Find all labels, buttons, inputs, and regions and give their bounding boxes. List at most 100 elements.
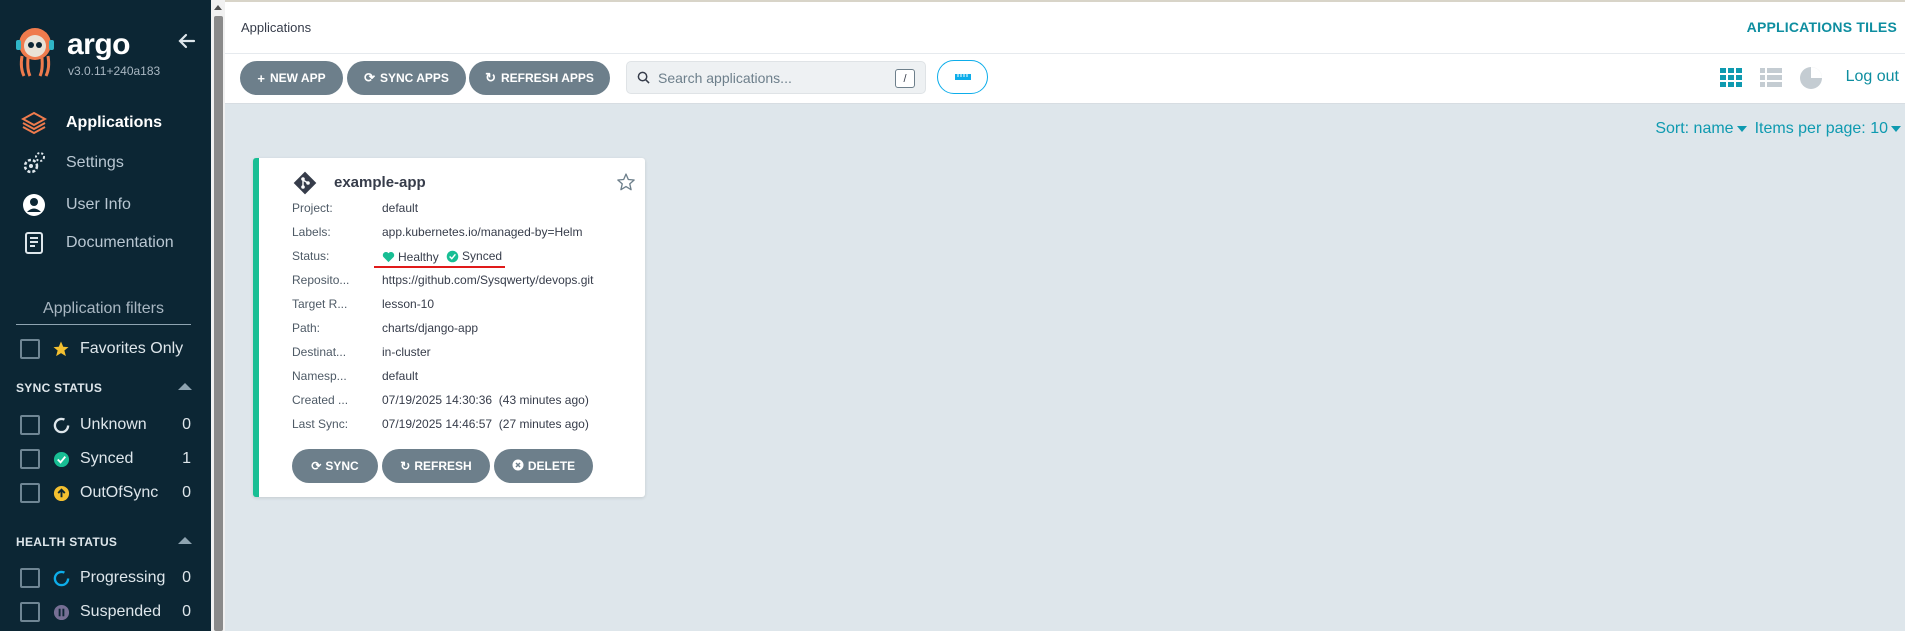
field-key: Destinat...	[292, 345, 347, 359]
scroll-thumb[interactable]	[214, 16, 223, 631]
pause-circle-icon	[52, 603, 70, 621]
times-circle-icon	[512, 459, 524, 474]
app-sync-button[interactable]: ⟳ SYNC	[292, 449, 378, 483]
filter-label: Progressing	[80, 569, 166, 586]
toolbar: + NEW APP ⟳ SYNC APPS ↻ REFRESH APPS / L…	[225, 54, 1905, 104]
new-app-button[interactable]: + NEW APP	[240, 61, 343, 95]
health-status-title: HEALTH STATUS	[16, 535, 118, 549]
field-key: Created ...	[292, 393, 349, 407]
favorites-checkbox[interactable]	[20, 339, 40, 359]
sidebar-item-settings[interactable]: Settings	[20, 148, 124, 178]
scroll-up-arrow-icon[interactable]	[214, 5, 222, 10]
synced-checkbox[interactable]	[20, 449, 40, 469]
field-key: Namesp...	[292, 369, 347, 383]
sidebar-scrollbar[interactable]	[211, 0, 225, 631]
button-label: NEW APP	[270, 71, 326, 85]
red-underline-annotation	[374, 266, 505, 268]
field-path: Path: charts/django-app	[292, 321, 642, 337]
field-value: default	[382, 369, 419, 383]
collapse-arrow-icon[interactable]	[176, 30, 198, 52]
layers-icon	[20, 109, 48, 137]
list-view-icon[interactable]	[1758, 65, 1784, 91]
favorites-filter[interactable]: Favorites Only	[20, 338, 183, 360]
field-target-revision: Target R... lesson-10	[292, 297, 642, 313]
collapse-health-status-icon[interactable]	[178, 537, 192, 544]
health-status: Healthy	[382, 250, 439, 264]
field-value: lesson-10	[382, 297, 435, 311]
git-icon	[293, 171, 317, 195]
filter-label: Suspended	[80, 603, 161, 620]
sort-dropdown[interactable]: Sort: name	[1655, 120, 1747, 138]
search-box[interactable]: /	[626, 61, 926, 94]
app-card[interactable]: example-app Project: default Labels: app…	[253, 158, 645, 497]
refresh-apps-button[interactable]: ↻ REFRESH APPS	[469, 61, 610, 95]
pie-chart-view-icon[interactable]	[1798, 65, 1824, 91]
suspended-checkbox[interactable]	[20, 602, 40, 622]
field-value: app.kubernetes.io/managed-by=Helm	[382, 225, 583, 239]
collapse-sync-status-icon[interactable]	[178, 383, 192, 390]
field-value: https://github.com/Sysqwerty/devops.git	[382, 273, 594, 287]
app-refresh-button[interactable]: ↻ REFRESH	[382, 449, 490, 483]
brand-name: argo	[67, 28, 131, 61]
search-input[interactable]	[658, 69, 888, 86]
favorite-star-icon[interactable]	[616, 172, 636, 192]
argo-logo-icon[interactable]	[14, 26, 56, 78]
field-key: Target R...	[292, 297, 348, 311]
filter-label: Synced	[80, 450, 134, 467]
outofsync-checkbox[interactable]	[20, 483, 40, 503]
field-last-sync: Last Sync: 07/19/2025 14:46:57 (27 minut…	[292, 417, 642, 433]
app-delete-button[interactable]: DELETE	[494, 449, 593, 483]
field-key: Status:	[292, 249, 330, 263]
favorites-filter-toggle-button[interactable]	[937, 60, 988, 94]
field-project: Project: default	[292, 201, 642, 217]
caret-down-icon	[1891, 125, 1901, 132]
unknown-checkbox[interactable]	[20, 415, 40, 435]
sync-status: Synced	[446, 249, 502, 263]
field-value: charts/django-app	[382, 321, 479, 335]
sidebar-item-user-info[interactable]: User Info	[20, 190, 131, 220]
plus-icon: +	[257, 70, 266, 86]
sort-bar: Sort: name Items per page: 10	[1655, 120, 1901, 138]
tiles-view-icon[interactable]	[1718, 65, 1744, 91]
sidebar: argo v3.0.11+240a183 Applications Settin…	[0, 0, 211, 631]
check-circle-icon	[52, 450, 70, 468]
button-label: REFRESH	[414, 459, 472, 473]
user-icon	[20, 191, 48, 219]
sort-label: Sort: name	[1655, 120, 1734, 137]
filter-synced[interactable]: Synced 1	[20, 448, 191, 470]
filter-label: Unknown	[80, 416, 147, 433]
button-label: DELETE	[527, 459, 576, 473]
spinner-icon	[52, 569, 70, 587]
version-label: v3.0.11+240a183	[68, 64, 161, 78]
field-created: Created ... 07/19/2025 14:30:36 (43 minu…	[292, 393, 642, 409]
filter-outofsync[interactable]: OutOfSync 0	[20, 482, 191, 504]
filter-label: OutOfSync	[80, 484, 159, 501]
sidebar-item-applications[interactable]: Applications	[20, 108, 162, 138]
items-per-page-dropdown[interactable]: Items per page: 10	[1755, 120, 1901, 138]
field-namespace: Namesp... default	[292, 369, 642, 385]
filter-label: Favorites Only	[80, 340, 184, 357]
field-key: Path:	[292, 321, 321, 335]
refresh-icon: ↻	[400, 459, 411, 473]
page-title: APPLICATIONS TILES	[1746, 19, 1897, 35]
filter-unknown[interactable]: Unknown 0	[20, 414, 191, 436]
field-labels: Labels: app.kubernetes.io/managed-by=Hel…	[292, 225, 642, 241]
field-value: in-cluster	[382, 345, 431, 359]
sync-apps-button[interactable]: ⟳ SYNC APPS	[347, 61, 466, 95]
field-value: 07/19/2025 14:46:57 (27 minutes ago)	[382, 417, 589, 431]
logout-link[interactable]: Log out	[1846, 68, 1899, 86]
circle-notch-icon	[52, 416, 70, 434]
progressing-checkbox[interactable]	[20, 568, 40, 588]
filter-suspended[interactable]: Suspended 0	[20, 601, 191, 623]
sidebar-item-label: Settings	[66, 154, 124, 171]
sidebar-item-label: User Info	[66, 196, 131, 213]
app-name[interactable]: example-app	[334, 174, 426, 191]
sidebar-item-documentation[interactable]: Documentation	[20, 228, 174, 258]
field-status: Status: Healthy Synced	[292, 249, 642, 265]
sync-icon: ⟳	[311, 459, 322, 473]
check-circle-icon	[446, 250, 459, 263]
field-key: Reposito...	[292, 273, 350, 287]
book-icon	[20, 229, 48, 257]
filter-progressing[interactable]: Progressing 0	[20, 567, 191, 589]
breadcrumb[interactable]: Applications	[241, 20, 311, 35]
